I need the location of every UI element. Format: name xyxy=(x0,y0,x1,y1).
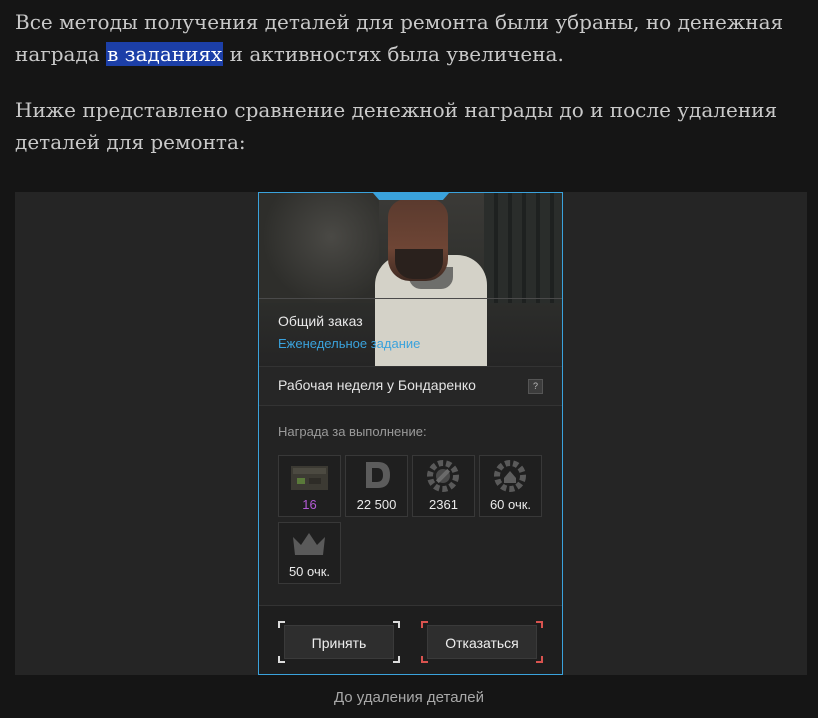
reward-value: 60 очк. xyxy=(489,497,532,512)
reward-slot-parts[interactable]: 16 xyxy=(278,455,341,517)
reward-value: 22 500 xyxy=(356,497,397,512)
comparison-paragraph: Ниже представлено сравнение денежной наг… xyxy=(15,98,778,154)
card-top-tab xyxy=(373,193,449,200)
reward-slot-crown[interactable]: 50 очк. xyxy=(278,522,341,584)
npc-portrait: Общий заказ Еженедельное задание xyxy=(259,193,562,366)
highlighted-text[interactable]: в заданиях xyxy=(106,42,224,66)
action-bar: Принять Отказаться xyxy=(259,605,562,674)
intro-text-after: и активностях была увеличена. xyxy=(223,42,564,66)
reputation-gear-icon xyxy=(494,460,526,492)
reward-slot-reputation[interactable]: 60 очк. xyxy=(479,455,542,517)
currency-d-icon xyxy=(366,462,390,488)
task-card: Общий заказ Еженедельное задание Рабочая… xyxy=(258,192,563,675)
order-title: Общий заказ xyxy=(278,313,363,329)
reward-title: Награда за выполнение: xyxy=(278,424,427,439)
decline-button[interactable]: Отказаться xyxy=(421,621,543,663)
help-icon[interactable]: ? xyxy=(528,379,543,394)
reward-slot-gear[interactable]: 2361 xyxy=(412,455,475,517)
accept-button[interactable]: Принять xyxy=(278,621,400,663)
screenshot-figure: Общий заказ Еженедельное задание Рабочая… xyxy=(15,192,807,675)
reward-value: 16 xyxy=(302,497,317,512)
reward-value: 2361 xyxy=(429,497,458,512)
accept-label: Принять xyxy=(311,635,367,651)
crown-icon xyxy=(293,533,325,555)
task-row: Рабочая неделя у Бондаренко ? xyxy=(259,366,562,406)
reward-value: 50 очк. xyxy=(288,564,331,579)
task-name: Рабочая неделя у Бондаренко xyxy=(278,377,476,393)
intro-paragraph: Все методы получения деталей для ремонта… xyxy=(15,6,805,70)
reward-slot-currency[interactable]: 22 500 xyxy=(345,455,408,517)
gear-wrench-icon xyxy=(427,460,459,492)
parts-crate-icon xyxy=(291,466,328,490)
order-subtitle: Еженедельное задание xyxy=(278,336,421,351)
decline-label: Отказаться xyxy=(445,635,519,651)
figure-caption: До удаления деталей xyxy=(333,689,485,706)
